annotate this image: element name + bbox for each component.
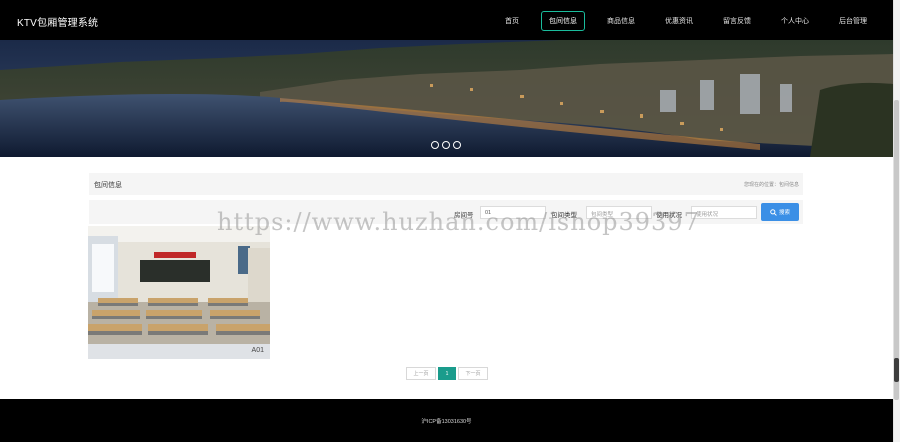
nav-item-products[interactable]: 商品信息 bbox=[599, 11, 643, 31]
nav-item-promotions[interactable]: 优惠资讯 bbox=[657, 11, 701, 31]
room-number-input[interactable]: 01 bbox=[480, 206, 546, 219]
footer: 沪ICP备13031630号 bbox=[0, 399, 893, 442]
room-number-label: 房间号 bbox=[454, 212, 474, 219]
banner-image bbox=[0, 40, 893, 157]
carousel-indicators bbox=[431, 141, 464, 149]
nav-item-user-center[interactable]: 个人中心 bbox=[773, 11, 817, 31]
next-page-button[interactable]: 下一页 bbox=[458, 367, 488, 380]
top-navbar: KTV包厢管理系统 首页 包间信息 商品信息 优惠资讯 留言反馈 个人中心 后台… bbox=[0, 0, 893, 40]
room-card-name: A01 bbox=[251, 347, 264, 354]
icp-license: 沪ICP备13031630号 bbox=[421, 419, 472, 425]
banner-carousel[interactable] bbox=[0, 40, 893, 157]
nav-item-home[interactable]: 首页 bbox=[497, 11, 527, 31]
search-button-label: 搜索 bbox=[778, 210, 790, 216]
carousel-dot-2[interactable] bbox=[442, 141, 450, 149]
prev-page-button[interactable]: 上一页 bbox=[406, 367, 436, 380]
room-type-label: 包间类型 bbox=[551, 212, 577, 219]
section-header: 包间信息 您现在的位置：包间信息 bbox=[89, 173, 803, 195]
page: KTV包厢管理系统 首页 包间信息 商品信息 优惠资讯 留言反馈 个人中心 后台… bbox=[0, 0, 900, 442]
breadcrumb: 您现在的位置：包间信息 bbox=[743, 182, 799, 188]
carousel-dot-3[interactable] bbox=[453, 141, 461, 149]
room-card[interactable]: A01 bbox=[88, 226, 270, 359]
usage-status-input[interactable]: 使用状况 bbox=[691, 206, 757, 219]
section-title: 包间信息 bbox=[94, 182, 122, 189]
scrollbar-track-highlight bbox=[894, 100, 899, 400]
site-brand[interactable]: KTV包厢管理系统 bbox=[17, 14, 98, 29]
room-type-input[interactable]: 包间类型 bbox=[586, 206, 652, 219]
page-scrollbar[interactable] bbox=[893, 0, 900, 442]
search-button[interactable]: 搜索 bbox=[761, 203, 799, 221]
pagination: 上一页 1 下一页 bbox=[406, 367, 488, 380]
carousel-dot-1[interactable] bbox=[431, 141, 439, 149]
nav-item-rooms[interactable]: 包间信息 bbox=[541, 11, 585, 31]
nav-item-feedback[interactable]: 留言反馈 bbox=[715, 11, 759, 31]
main-nav: 首页 包间信息 商品信息 优惠资讯 留言反馈 个人中心 后台管理 bbox=[483, 11, 875, 31]
nav-item-admin[interactable]: 后台管理 bbox=[831, 11, 875, 31]
room-card-image bbox=[88, 226, 270, 344]
page-number-button[interactable]: 1 bbox=[438, 367, 456, 380]
search-icon bbox=[770, 208, 777, 216]
scrollbar-thumb[interactable] bbox=[894, 358, 899, 382]
usage-status-label: 使用状况 bbox=[656, 212, 682, 219]
